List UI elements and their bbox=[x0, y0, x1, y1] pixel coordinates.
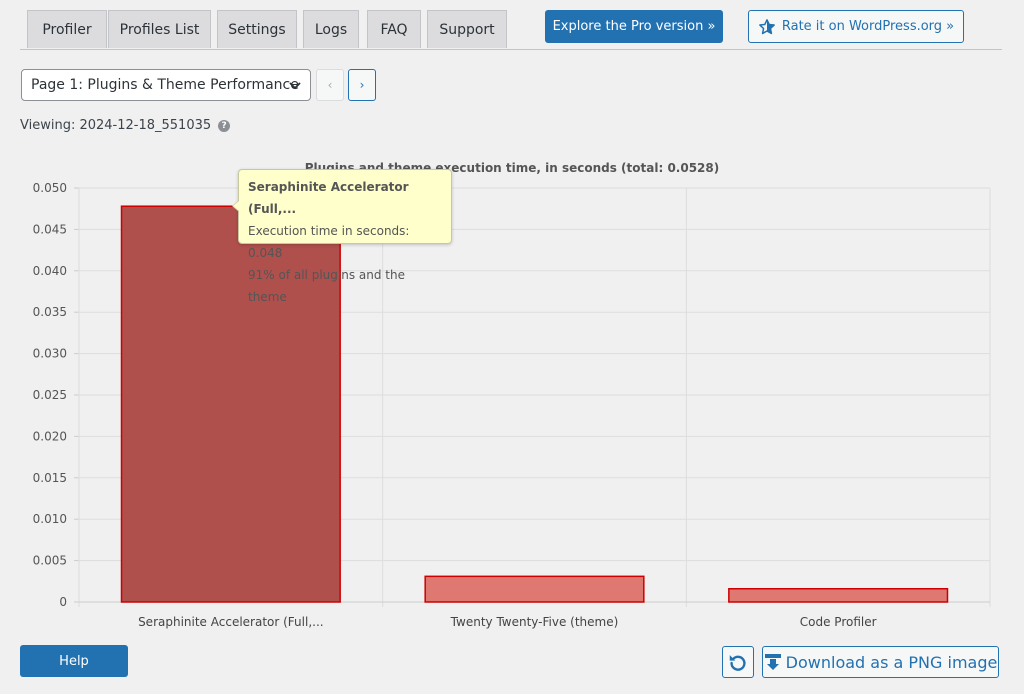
y-tick-label: 0.010 bbox=[33, 512, 67, 526]
x-tick-label: Twenty Twenty-Five (theme) bbox=[450, 615, 619, 629]
download-label: Download as a PNG image bbox=[785, 652, 998, 672]
y-tick-label: 0.025 bbox=[33, 388, 67, 402]
y-tick-label: 0.020 bbox=[33, 429, 67, 443]
x-tick-label: Code Profiler bbox=[800, 615, 877, 629]
bar[interactable] bbox=[424, 575, 645, 603]
reload-button[interactable] bbox=[722, 646, 754, 678]
download-png-button[interactable]: Download as a PNG image bbox=[762, 646, 999, 678]
y-tick-label: 0 bbox=[59, 595, 67, 609]
tooltip-line2: 91% of all plugins and the theme bbox=[248, 268, 405, 304]
y-tick-label: 0.035 bbox=[33, 305, 67, 319]
download-icon bbox=[764, 654, 781, 670]
y-tick-label: 0.005 bbox=[33, 554, 67, 568]
y-tick-label: 0.030 bbox=[33, 347, 67, 361]
chart-tooltip: Seraphinite Accelerator (Full,... Execut… bbox=[232, 169, 452, 304]
y-tick-label: 0.050 bbox=[33, 181, 67, 195]
x-tick-label: Seraphinite Accelerator (Full,... bbox=[138, 615, 324, 629]
bar[interactable] bbox=[728, 588, 949, 603]
help-button[interactable]: Help bbox=[20, 645, 128, 677]
bar-chart: 0 0.005 0.010 0.015 0.020 0.025 0.030 0.035 0.04… bbox=[33, 181, 991, 629]
y-tick-label: 0.045 bbox=[33, 222, 67, 236]
y-tick-label: 0.015 bbox=[33, 471, 67, 485]
tooltip-line1: Execution time in seconds: 0.048 bbox=[248, 224, 410, 260]
reload-icon bbox=[729, 655, 746, 671]
y-tick-label: 0.040 bbox=[33, 264, 67, 278]
tooltip-title: Seraphinite Accelerator (Full,... bbox=[248, 180, 409, 216]
